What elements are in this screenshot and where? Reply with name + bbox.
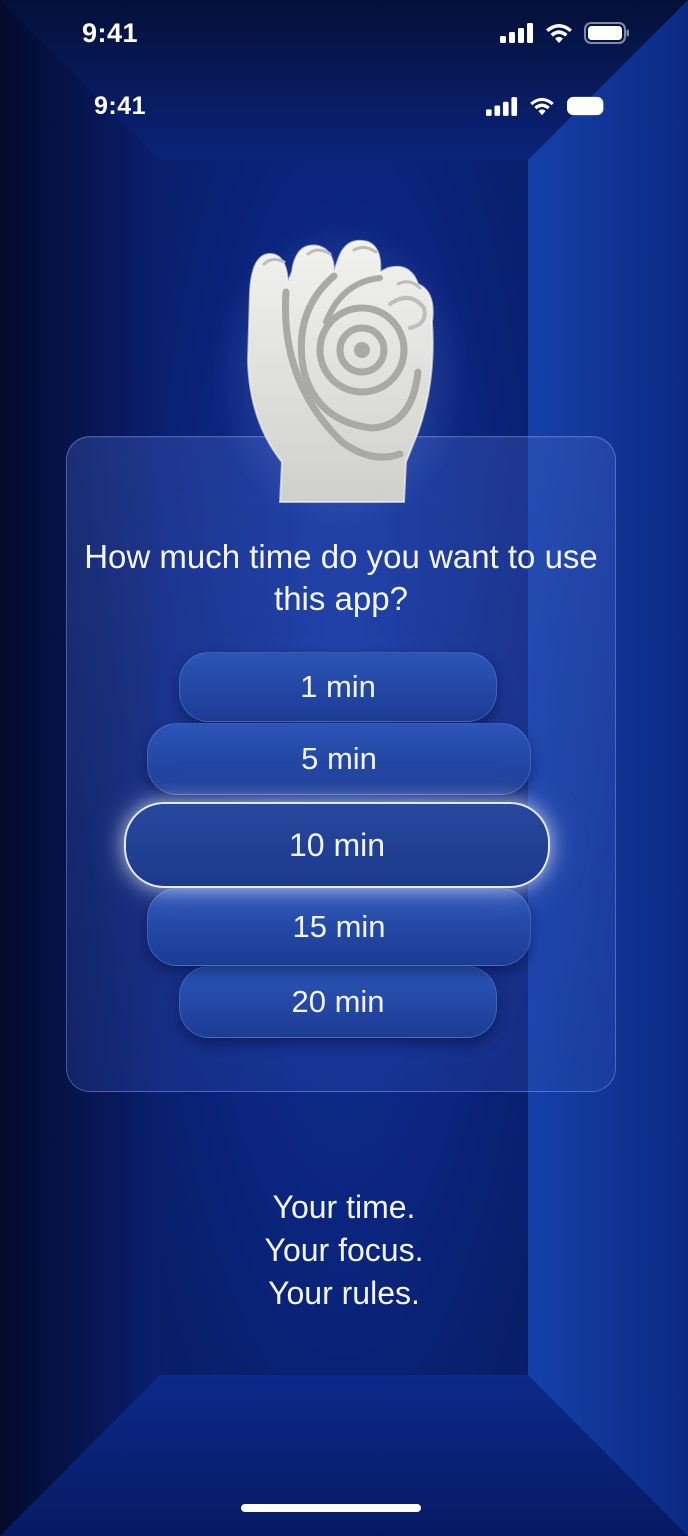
status-bar-outer: 9:41 <box>0 14 688 52</box>
time-option-20[interactable]: 20 min <box>179 966 497 1038</box>
tagline-line-1: Your time. <box>272 1189 416 1225</box>
status-time-inner: 9:41 <box>94 91 147 120</box>
status-time: 9:41 <box>82 17 139 48</box>
home-indicator[interactable] <box>241 1504 421 1512</box>
time-option-1[interactable]: 1 min <box>179 652 497 722</box>
hand-eye-icon <box>246 239 434 503</box>
time-option-selected[interactable]: 10 min <box>124 802 550 888</box>
tagline-line-3: Your rules. <box>268 1275 420 1311</box>
time-option-5[interactable]: 5 min <box>147 723 531 795</box>
question-heading: How much time do you want to use this ap… <box>84 538 598 617</box>
tagline-line-2: Your focus. <box>264 1232 424 1268</box>
battery-icon <box>584 22 629 44</box>
status-bar-inner: 9:41 <box>0 88 688 124</box>
status-icons <box>500 22 630 44</box>
cellular-signal-icon <box>500 23 533 43</box>
wifi-icon <box>546 24 572 43</box>
tagline: Your time. Your focus. Your rules. <box>160 1186 528 1315</box>
wifi-icon <box>530 97 554 116</box>
cellular-signal-icon <box>486 96 518 116</box>
time-option-15[interactable]: 15 min <box>147 888 531 966</box>
battery-icon <box>567 96 604 116</box>
status-icons-inner <box>486 96 608 116</box>
